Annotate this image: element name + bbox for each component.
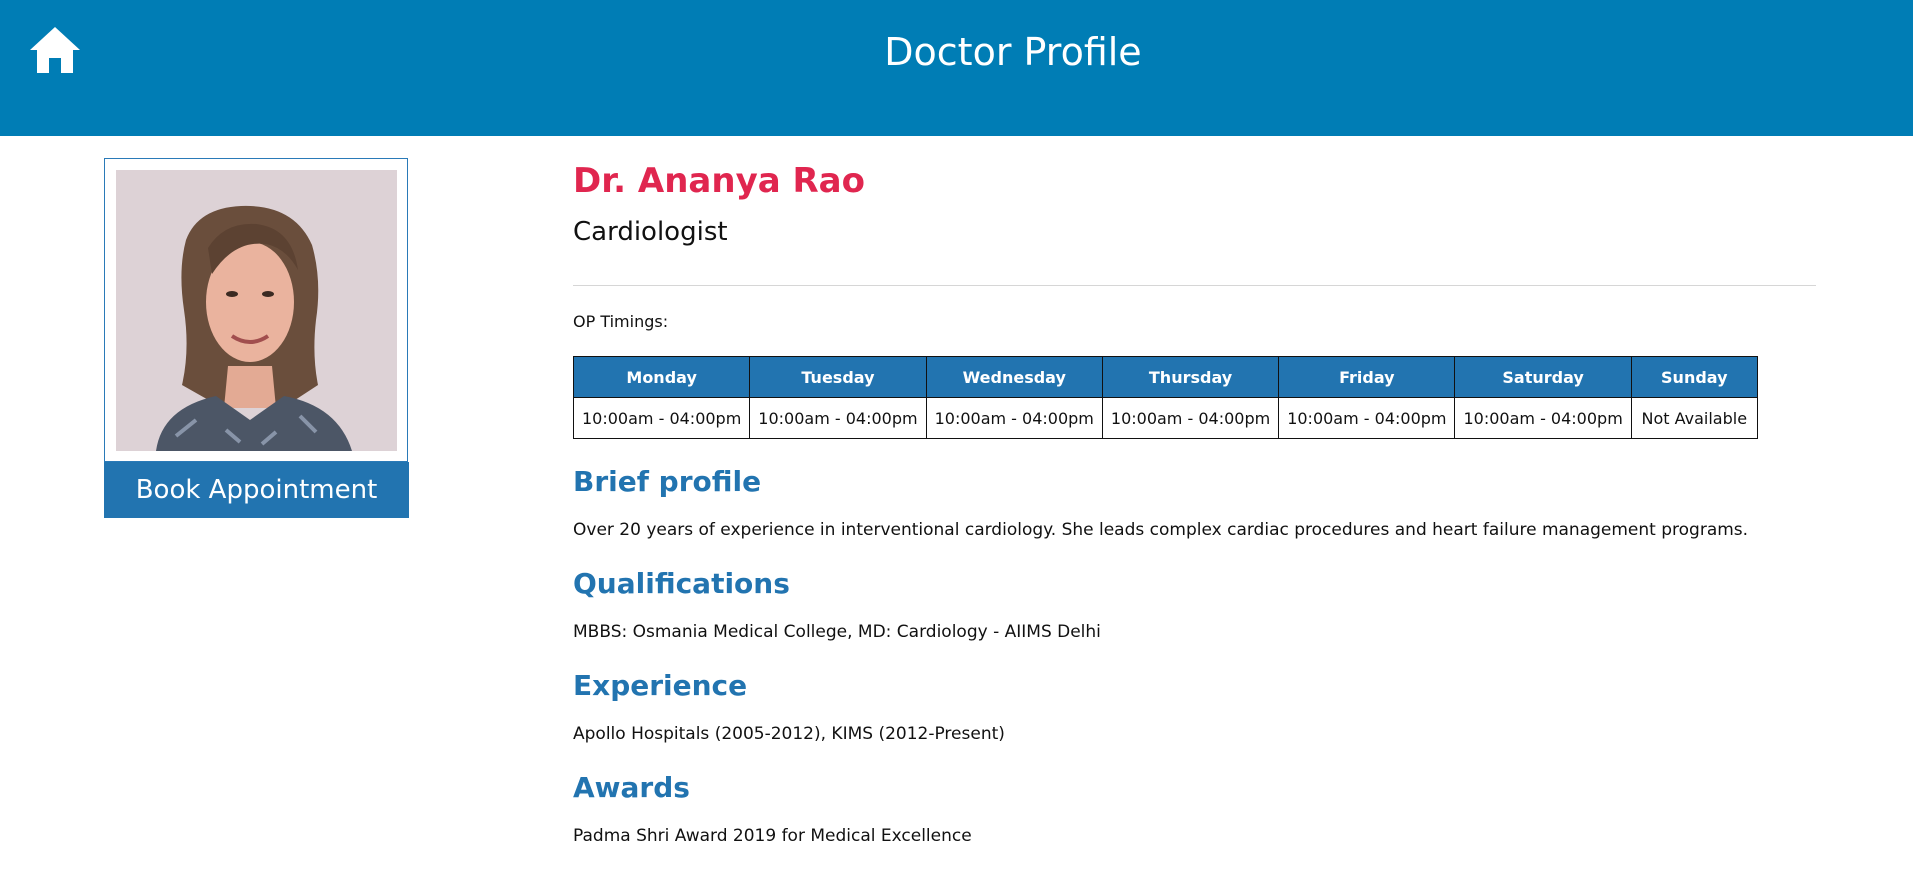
day-sunday: Sunday [1630,356,1758,398]
day-thursday: Thursday [1101,356,1280,398]
op-timings-table: Monday Tuesday Wednesday Thursday Friday… [572,356,1758,439]
op-timings-label: OP Timings: [573,312,669,331]
doctor-specialty: Cardiologist [573,217,728,247]
doctor-name: Dr. Ananya Rao [573,161,865,201]
hours-monday: 10:00am - 04:00pm [572,397,751,439]
brief-profile-text: Over 20 years of experience in intervent… [573,520,1749,540]
divider [573,285,1816,286]
day-saturday: Saturday [1454,356,1632,398]
awards-heading: Awards [573,771,690,804]
day-friday: Friday [1278,356,1456,398]
doctor-photo [116,170,397,451]
hours-sunday: Not Available [1630,397,1758,439]
brief-profile-heading: Brief profile [573,465,762,498]
hours-saturday: 10:00am - 04:00pm [1454,397,1632,439]
doctor-photo-frame [104,158,408,462]
day-tuesday: Tuesday [749,356,927,398]
timings-header-row: Monday Tuesday Wednesday Thursday Friday… [572,356,1758,398]
page-title: Doctor Profile [884,30,1142,74]
hours-tuesday: 10:00am - 04:00pm [749,397,927,439]
book-appointment-button[interactable]: Book Appointment [104,462,409,518]
hours-wednesday: 10:00am - 04:00pm [925,397,1103,439]
qualifications-text: MBBS: Osmania Medical College, MD: Cardi… [573,622,1101,642]
page-header: Doctor Profile [0,0,1913,136]
timings-row: 10:00am - 04:00pm 10:00am - 04:00pm 10:0… [572,397,1758,439]
day-monday: Monday [572,356,751,398]
day-wednesday: Wednesday [925,356,1103,398]
awards-text: Padma Shri Award 2019 for Medical Excell… [573,826,972,846]
experience-heading: Experience [573,669,748,702]
hours-friday: 10:00am - 04:00pm [1278,397,1456,439]
hours-thursday: 10:00am - 04:00pm [1101,397,1280,439]
qualifications-heading: Qualifications [573,567,790,600]
experience-text: Apollo Hospitals (2005-2012), KIMS (2012… [573,724,1005,744]
